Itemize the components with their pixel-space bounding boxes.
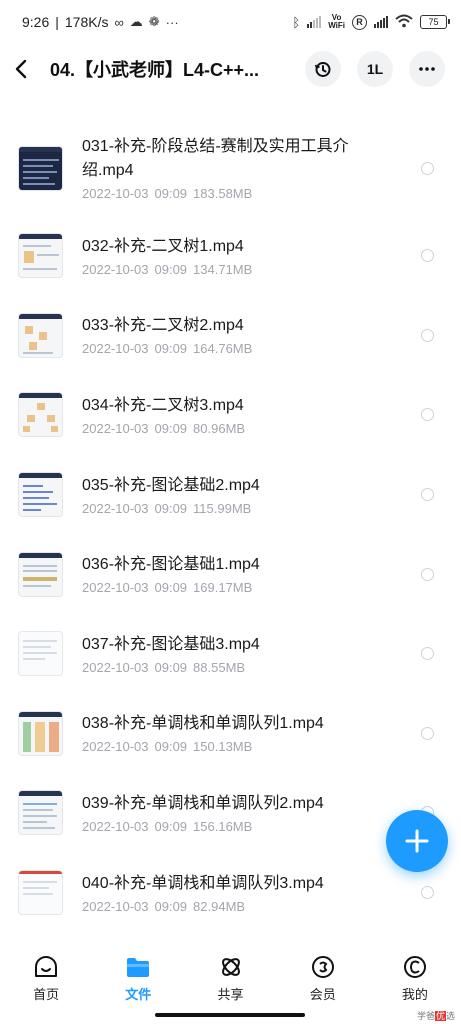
file-meta: 2022-10-03 09:09 134.71MB xyxy=(82,261,253,277)
wechat-icon: ❁ xyxy=(148,14,160,29)
file-name: 037-补充-图论基础3.mp4 xyxy=(82,635,260,653)
battery-icon: 75 xyxy=(420,15,450,29)
nav-label: 首页 xyxy=(33,987,60,1002)
video-thumbnail xyxy=(18,392,63,438)
more-dots-icon: ··· xyxy=(165,14,179,30)
select-radio[interactable] xyxy=(421,408,434,422)
file-meta: 2022-10-03 09:09 156.16MB xyxy=(82,818,253,834)
video-thumbnail xyxy=(18,312,63,358)
page-title: 04.【小武老师】L4-C++... xyxy=(50,60,260,80)
list-item[interactable]: 037-补充-图论基础3.mp4 2022-10-03 09:09 88.55MB xyxy=(0,614,461,694)
nav-label: 文件 xyxy=(125,987,152,1002)
select-radio[interactable] xyxy=(421,328,434,342)
nav-item-share[interactable]: 共享 xyxy=(184,946,276,1006)
nav-item-vip[interactable]: 会员 xyxy=(277,946,369,1006)
nav-label: 我的 xyxy=(401,987,428,1002)
back-button[interactable] xyxy=(14,49,42,89)
video-thumbnail xyxy=(18,472,63,518)
header: 04.【小武老师】L4-C++... 1L xyxy=(0,44,461,94)
chevron-left-icon xyxy=(15,59,27,79)
video-thumbnail xyxy=(18,790,63,836)
sort-icon: 1L xyxy=(366,61,384,77)
signal-icon xyxy=(307,16,322,28)
nav-item-home[interactable]: 首页 xyxy=(0,946,92,1006)
file-meta: 2022-10-03 09:09 169.17MB xyxy=(82,580,253,596)
select-radio[interactable] xyxy=(421,488,434,502)
history-icon xyxy=(314,62,331,77)
list-item[interactable]: 034-补充-二叉树3.mp4 2022-10-03 09:09 80.96MB xyxy=(0,375,461,455)
add-button[interactable] xyxy=(386,810,448,872)
list-item[interactable]: 033-补充-二叉树2.mp4 2022-10-03 09:09 164.76MB xyxy=(0,296,461,376)
file-name: 034-补充-二叉树3.mp4 xyxy=(82,396,244,414)
video-thumbnail xyxy=(18,870,63,916)
list-item[interactable]: 036-补充-图论基础1.mp4 2022-10-03 09:09 169.17MB xyxy=(0,534,461,614)
list-item[interactable]: 040-补充-单调栈和单调队列3.mp4 2022-10-03 09:09 82.94… xyxy=(0,853,461,933)
vip-icon xyxy=(311,956,334,978)
video-thumbnail xyxy=(18,631,63,677)
nav-item-profile[interactable]: 我的 xyxy=(369,946,461,1006)
history-button[interactable] xyxy=(305,51,341,87)
nav-item-files[interactable]: 文件 xyxy=(92,946,184,1006)
status-right: ᛒ Vo WiFi R 75 xyxy=(292,13,450,31)
file-list: 031-补充-阶段总结-赛制及实用工具介绍.mp4 2022-10-03 09:09… xyxy=(0,120,461,932)
file-name: 036-补充-图论基础1.mp4 xyxy=(82,556,260,574)
r-circle-icon: R xyxy=(352,14,367,30)
status-bar: 9:26 | 178K/s ∞ ☁ ❁ ··· ᛒ Vo WiFi R 75 xyxy=(0,0,461,44)
profile-icon xyxy=(403,956,426,978)
status-left: 9:26 | 178K/s ∞ ☁ ❁ ··· xyxy=(22,14,292,30)
file-name: 038-补充-单调栈和单调队列1.mp4 xyxy=(82,715,324,733)
watermark-small: 学爸优选 xyxy=(416,1011,455,1021)
home-icon xyxy=(35,956,58,977)
more-icon xyxy=(419,67,435,71)
file-name: 032-补充-二叉树1.mp4 xyxy=(82,237,244,255)
sort-button[interactable]: 1L xyxy=(357,51,393,87)
select-radio[interactable] xyxy=(421,567,434,581)
file-meta: 2022-10-03 09:09 88.55MB xyxy=(82,659,246,675)
file-name: 035-补充-图论基础2.mp4 xyxy=(82,476,260,494)
select-radio[interactable] xyxy=(421,886,434,900)
status-time: 9:26 xyxy=(22,14,50,30)
video-thumbnail xyxy=(18,233,63,279)
file-meta: 2022-10-03 09:09 183.58MB xyxy=(82,186,253,201)
select-radio[interactable] xyxy=(421,249,434,263)
video-thumbnail xyxy=(18,145,63,191)
list-item[interactable]: 035-补充-图论基础2.mp4 2022-10-03 09:09 115.99MB xyxy=(0,455,461,535)
video-thumbnail xyxy=(18,710,63,756)
nav-label: 共享 xyxy=(217,987,244,1002)
network-speed: 178K/s xyxy=(64,14,109,30)
file-name: 033-补充-二叉树2.mp4 xyxy=(82,317,244,335)
file-meta: 2022-10-03 09:09 80.96MB xyxy=(82,420,246,436)
wifi-icon xyxy=(395,14,413,31)
file-meta: 2022-10-03 09:09 164.76MB xyxy=(82,341,253,357)
file-name: 031-补充-阶段总结-赛制及实用工具介绍.mp4 xyxy=(82,138,349,179)
home-indicator[interactable] xyxy=(155,1013,305,1017)
more-button[interactable] xyxy=(409,51,445,87)
select-radio[interactable] xyxy=(421,647,434,661)
vowifi-icon: Vo WiFi xyxy=(328,13,345,30)
bottom-nav: 首页 文件 共享 会员 我的 xyxy=(0,946,461,1006)
select-radio[interactable] xyxy=(421,726,434,740)
list-item[interactable]: 031-补充-阶段总结-赛制及实用工具介绍.mp4 2022-10-03 09:09… xyxy=(0,120,461,216)
nav-label: 会员 xyxy=(309,987,336,1002)
folder-icon xyxy=(127,958,150,977)
video-thumbnail xyxy=(18,551,63,597)
list-item[interactable]: 032-补充-二叉树1.mp4 2022-10-03 09:09 134.71MB xyxy=(0,216,461,296)
share-icon xyxy=(221,958,240,976)
file-meta: 2022-10-03 09:09 115.99MB xyxy=(82,500,252,516)
bluetooth-icon: ᛒ xyxy=(292,14,301,30)
cloud-icon: ☁ xyxy=(129,14,143,29)
status-divider: | xyxy=(55,14,59,30)
infinity-icon: ∞ xyxy=(114,14,124,30)
file-meta: 2022-10-03 09:09 82.94MB xyxy=(82,898,246,914)
file-name: 039-补充-单调栈和单调队列2.mp4 xyxy=(82,794,324,812)
header-actions: 1L xyxy=(305,51,445,87)
file-name: 040-补充-单调栈和单调队列3.mp4 xyxy=(82,874,324,892)
file-meta: 2022-10-03 09:09 150.13MB xyxy=(82,739,253,755)
select-radio[interactable] xyxy=(421,161,434,175)
signal-icon xyxy=(374,16,388,28)
plus-icon xyxy=(405,829,429,853)
list-item[interactable]: 038-补充-单调栈和单调队列1.mp4 2022-10-03 09:09 150.1… xyxy=(0,694,461,774)
